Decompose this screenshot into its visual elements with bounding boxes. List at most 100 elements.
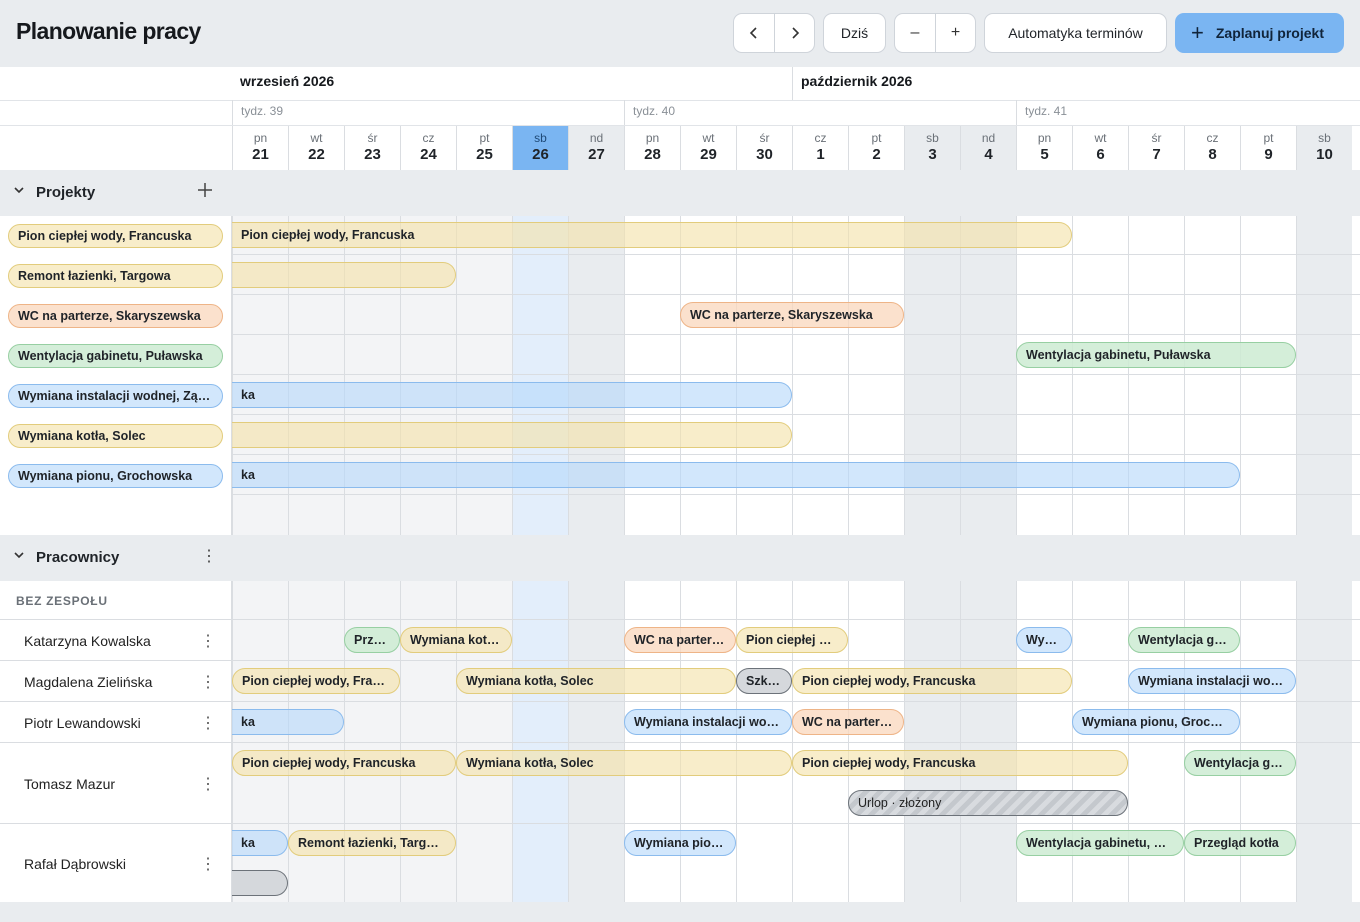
assignment-bar[interactable]: Wymiana instalacji wodnej, Ząbkowska bbox=[624, 709, 792, 735]
day-of-week: pn bbox=[645, 131, 660, 145]
row-line bbox=[0, 660, 231, 661]
assignment-bar[interactable]: Wentylacja gabinetu, Puławska bbox=[1016, 830, 1184, 856]
prev-button[interactable] bbox=[734, 14, 774, 52]
assignment-bar[interactable]: Wymiana pionu, Grochowska bbox=[1072, 709, 1240, 735]
vertical-dots-icon[interactable]: ⋮ bbox=[200, 631, 216, 651]
day-cell[interactable]: pn 5 bbox=[1016, 126, 1072, 170]
worker-name[interactable]: Rafał Dąbrowski bbox=[24, 856, 126, 872]
month-label: wrzesień 2026 bbox=[240, 73, 335, 89]
day-cell-today[interactable]: sb 26 bbox=[512, 126, 568, 170]
vertical-dots-icon[interactable]: ⋮ bbox=[200, 854, 216, 874]
day-cell[interactable]: pt 25 bbox=[456, 126, 512, 170]
collapse-chevron-icon[interactable] bbox=[13, 184, 25, 199]
day-cell[interactable]: nd 4 bbox=[960, 126, 1016, 170]
day-cell[interactable]: cz 1 bbox=[792, 126, 848, 170]
day-number: 3 bbox=[928, 146, 937, 163]
assignment-bar[interactable]: Przegląd kotła bbox=[1184, 830, 1296, 856]
assignment-bar[interactable]: Wymiana instalacji wodnej, Ząbkowska bbox=[1016, 627, 1072, 653]
day-cell[interactable]: wt 22 bbox=[288, 126, 344, 170]
day-cell[interactable]: śr 23 bbox=[344, 126, 400, 170]
day-cell[interactable]: pn 28 bbox=[624, 126, 680, 170]
project-label[interactable]: Wentylacja gabinetu, Puławska bbox=[8, 344, 223, 368]
project-bar[interactable]: ka bbox=[232, 382, 792, 408]
project-bar[interactable]: ka bbox=[232, 462, 1240, 488]
day-cell[interactable]: pt 2 bbox=[848, 126, 904, 170]
project-label[interactable]: Wymiana kotła, Solec bbox=[8, 424, 223, 448]
worker-name[interactable]: Magdalena Zielińska bbox=[24, 674, 152, 690]
day-number: 7 bbox=[1152, 146, 1161, 163]
row-line bbox=[232, 494, 1360, 495]
day-cell[interactable]: sb 10 bbox=[1296, 126, 1352, 170]
row-line bbox=[0, 619, 231, 620]
project-label[interactable]: Wymiana instalacji wodnej, Ząbkowska bbox=[8, 384, 223, 408]
assignment-bar[interactable]: ka bbox=[232, 709, 344, 735]
day-number: 23 bbox=[364, 146, 381, 163]
day-cell[interactable]: sb 3 bbox=[904, 126, 960, 170]
day-of-week: cz bbox=[1206, 131, 1219, 145]
project-label[interactable]: Pion ciepłej wody, Francuska bbox=[8, 224, 223, 248]
assignment-bar[interactable]: Remont łazienki, Targowa bbox=[288, 830, 456, 856]
assignment-bar[interactable]: Wentylacja gabinetu, Puławska bbox=[1128, 627, 1240, 653]
assignment-bar[interactable]: ka bbox=[232, 830, 288, 856]
day-number: 4 bbox=[984, 146, 993, 163]
project-bar[interactable]: WC na parterze, Skaryszewska bbox=[680, 302, 904, 328]
project-label[interactable]: Wymiana pionu, Grochowska bbox=[8, 464, 223, 488]
day-of-week: sb bbox=[1318, 131, 1331, 145]
row-divider bbox=[0, 100, 1360, 101]
assignment-bar[interactable]: Pion ciepłej wody, Francuska bbox=[792, 750, 1128, 776]
worker-name[interactable]: Tomasz Mazur bbox=[24, 776, 115, 792]
assignment-bar[interactable]: Wymiana kotła, Solec bbox=[400, 627, 512, 653]
day-cell[interactable]: cz 8 bbox=[1184, 126, 1240, 170]
assignment-bar[interactable]: Przegląd kotła bbox=[344, 627, 400, 653]
add-project-button[interactable] bbox=[198, 180, 212, 203]
assignment-bar[interactable]: Pion ciepłej wody, Francuska bbox=[232, 668, 400, 694]
assignment-bar[interactable]: Pion ciepłej wody, Francuska bbox=[736, 627, 848, 653]
assignment-bar[interactable]: Wymiana kotła, Solec bbox=[456, 750, 792, 776]
day-cell[interactable]: pn 21 bbox=[232, 126, 288, 170]
day-of-week: wt bbox=[702, 131, 715, 145]
vertical-dots-icon[interactable]: ⋮ bbox=[200, 774, 216, 794]
auto-scheduling-button[interactable]: Automatyka terminów bbox=[984, 13, 1167, 53]
day-number: 5 bbox=[1040, 146, 1049, 163]
project-bar[interactable]: Wentylacja gabinetu, Puławska bbox=[1016, 342, 1296, 368]
assignment-bar[interactable]: Pion ciepłej wody, Francuska bbox=[232, 750, 456, 776]
assignment-bar[interactable]: Szkolenie bbox=[736, 668, 792, 694]
day-cell[interactable]: cz 24 bbox=[400, 126, 456, 170]
day-number: 10 bbox=[1316, 146, 1333, 163]
assignment-bar[interactable]: Wymiana instalacji wodnej, Ząbkowska bbox=[1128, 668, 1296, 694]
assignment-bar[interactable]: WC na parterze, Skaryszewska bbox=[624, 627, 736, 653]
next-button[interactable] bbox=[774, 14, 814, 52]
collapse-chevron-icon[interactable] bbox=[13, 549, 25, 564]
vertical-dots-icon[interactable]: ⋮ bbox=[200, 713, 216, 733]
day-cell[interactable]: wt 29 bbox=[680, 126, 736, 170]
today-button[interactable]: Dziś bbox=[823, 13, 886, 53]
project-label[interactable]: WC na parterze, Skaryszewska bbox=[8, 304, 223, 328]
day-of-week: sb bbox=[926, 131, 939, 145]
zoom-out-button[interactable]: – bbox=[895, 14, 935, 52]
day-number: 25 bbox=[476, 146, 493, 163]
plan-project-button[interactable]: + Zaplanuj projekt bbox=[1175, 13, 1344, 53]
assignment-bar[interactable] bbox=[232, 870, 288, 896]
leave-bar[interactable]: Urlop · złożony bbox=[848, 790, 1128, 816]
zoom-in-button[interactable]: + bbox=[935, 14, 975, 52]
worker-name[interactable]: Katarzyna Kowalska bbox=[24, 633, 151, 649]
worker-name[interactable]: Piotr Lewandowski bbox=[24, 715, 141, 731]
vertical-dots-icon[interactable]: ⋮ bbox=[200, 672, 216, 692]
project-bar[interactable] bbox=[232, 422, 792, 448]
day-cell[interactable]: śr 30 bbox=[736, 126, 792, 170]
nav-button-group bbox=[733, 13, 815, 53]
project-label[interactable]: Remont łazienki, Targowa bbox=[8, 264, 223, 288]
vertical-dots-icon[interactable]: ⋮ bbox=[201, 546, 217, 566]
project-bar[interactable]: Pion ciepłej wody, Francuska bbox=[232, 222, 1072, 248]
assignment-bar[interactable]: Wymiana kotła, Solec bbox=[456, 668, 736, 694]
assignment-bar[interactable]: WC na parterze, Skaryszewska bbox=[792, 709, 904, 735]
day-of-week: cz bbox=[814, 131, 827, 145]
day-cell[interactable]: pt 9 bbox=[1240, 126, 1296, 170]
day-cell[interactable]: wt 6 bbox=[1072, 126, 1128, 170]
project-bar[interactable] bbox=[232, 262, 456, 288]
assignment-bar[interactable]: Wentylacja gabinetu, Puławska bbox=[1184, 750, 1296, 776]
day-cell[interactable]: śr 7 bbox=[1128, 126, 1184, 170]
day-cell[interactable]: nd 27 bbox=[568, 126, 624, 170]
assignment-bar[interactable]: Pion ciepłej wody, Francuska bbox=[792, 668, 1072, 694]
assignment-bar[interactable]: Wymiana pionu, Grochowska bbox=[624, 830, 736, 856]
